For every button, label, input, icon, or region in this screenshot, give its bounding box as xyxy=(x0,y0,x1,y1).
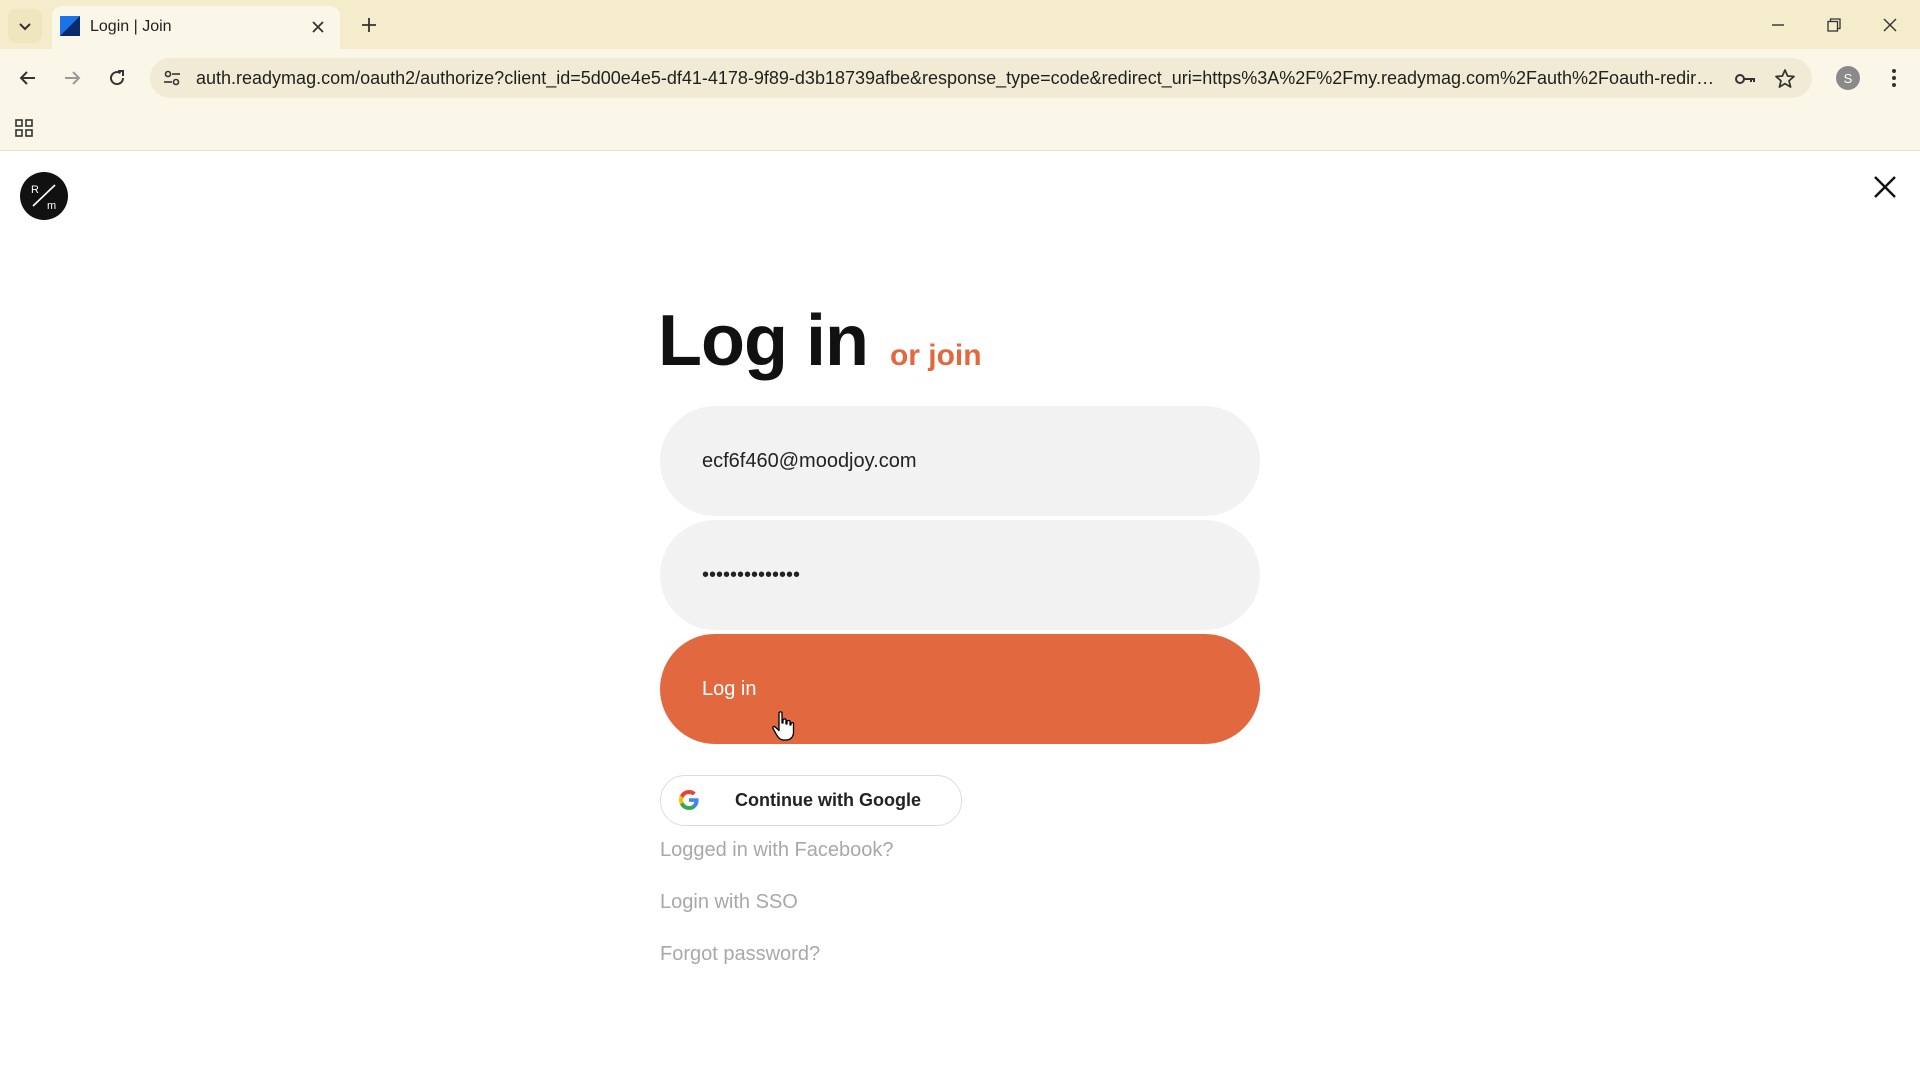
close-icon xyxy=(1883,18,1897,31)
google-button-label: Continue with Google xyxy=(735,790,921,810)
page-title: Log in xyxy=(658,301,869,381)
tab-strip: Login | Join xyxy=(0,0,1920,49)
tune-icon xyxy=(164,70,180,86)
email-field[interactable]: ecf6f460@moodjoy.com xyxy=(660,406,1260,516)
browser-toolbar: auth.readymag.com/oauth2/authorize?clien… xyxy=(0,49,1920,107)
new-tab-button[interactable] xyxy=(354,10,384,40)
login-heading: Log in or join xyxy=(658,300,982,390)
site-info-button[interactable] xyxy=(160,66,184,90)
key-icon xyxy=(1735,74,1755,84)
active-tab[interactable]: Login | Join xyxy=(52,6,340,49)
apps-button[interactable] xyxy=(12,116,36,140)
login-button-label: Log in xyxy=(702,678,757,700)
svg-text:R: R xyxy=(31,184,39,196)
bookmark-star-button[interactable] xyxy=(1772,66,1798,92)
restore-icon xyxy=(1827,17,1841,32)
close-icon xyxy=(1874,176,1896,198)
more-vert-icon xyxy=(1892,69,1896,87)
forgot-password-link[interactable]: Forgot password? xyxy=(660,943,820,966)
sso-login-link[interactable]: Login with SSO xyxy=(660,891,798,914)
minimize-button[interactable] xyxy=(1750,0,1806,49)
minimize-icon xyxy=(1772,23,1784,26)
restore-button[interactable] xyxy=(1806,0,1862,49)
readymag-favicon-icon xyxy=(60,16,80,36)
star-icon xyxy=(1775,69,1795,88)
google-login-button[interactable]: Continue with Google xyxy=(660,775,962,826)
google-icon xyxy=(679,790,699,810)
readymag-logo-icon: R m xyxy=(31,184,56,212)
password-key-button[interactable] xyxy=(1732,66,1758,92)
readymag-logo[interactable]: R m xyxy=(20,172,68,220)
login-button[interactable]: Log in xyxy=(660,634,1260,744)
hand-pointer-cursor-icon xyxy=(772,711,795,741)
arrow-right-icon xyxy=(65,71,81,85)
profile-avatar[interactable]: S xyxy=(1836,66,1860,90)
page-close-button[interactable] xyxy=(1868,170,1902,204)
plus-icon xyxy=(362,18,376,32)
apps-grid-icon xyxy=(15,119,33,137)
window-close-button[interactable] xyxy=(1862,0,1918,49)
facebook-login-link[interactable]: Logged in with Facebook? xyxy=(660,839,894,862)
tab-search-button[interactable] xyxy=(8,9,42,43)
tab-close-button[interactable] xyxy=(306,15,330,39)
join-link[interactable]: or join xyxy=(890,339,982,373)
svg-text:m: m xyxy=(47,200,56,212)
email-value: ecf6f460@moodjoy.com xyxy=(702,450,917,472)
close-icon xyxy=(312,21,324,33)
tab-title: Login | Join xyxy=(90,18,172,35)
browser-menu-button[interactable] xyxy=(1880,64,1908,92)
reload-button[interactable] xyxy=(99,60,135,96)
address-bar[interactable]: auth.readymag.com/oauth2/authorize?clien… xyxy=(150,58,1812,98)
bookmarks-bar xyxy=(0,107,1920,151)
back-button[interactable] xyxy=(10,60,46,96)
reload-icon xyxy=(110,70,125,86)
arrow-left-icon xyxy=(19,71,35,85)
forward-button[interactable] xyxy=(54,60,90,96)
password-field[interactable]: •••••••••••••• xyxy=(660,520,1260,630)
url-text: auth.readymag.com/oauth2/authorize?clien… xyxy=(196,68,1716,88)
chevron-down-icon xyxy=(19,23,31,31)
password-value: •••••••••••••• xyxy=(702,564,801,586)
